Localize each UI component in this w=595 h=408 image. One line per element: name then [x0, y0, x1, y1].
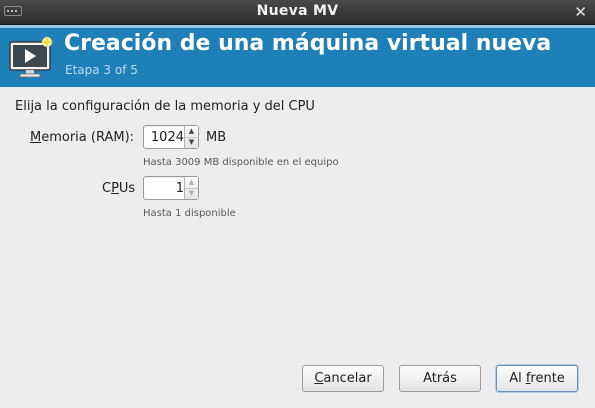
forward-label-rest: rente	[530, 371, 565, 386]
window-titlebar: Nueva MV ✕	[0, 0, 595, 25]
memory-spinbox[interactable]: ▲ ▼	[143, 125, 199, 149]
memory-decrement-icon[interactable]: ▼	[185, 137, 198, 148]
memory-spin-buttons[interactable]: ▲ ▼	[184, 126, 198, 148]
wizard-step: Etapa 3 of 5	[65, 63, 138, 77]
cpus-label-pre: C	[102, 181, 112, 196]
back-button[interactable]: Atrás	[399, 365, 481, 392]
wizard-heading: Creación de una máquina virtual nueva	[64, 31, 552, 56]
cpus-label-mnemonic: P	[111, 181, 119, 196]
wizard-banner: Creación de una máquina virtual nueva Et…	[0, 25, 595, 87]
back-label: Atrás	[423, 371, 457, 386]
memory-label: Memoria (RAM):	[30, 130, 134, 145]
section-label: Elija la configuración de la memoria y d…	[15, 99, 315, 114]
cpus-label-post: Us	[118, 181, 136, 196]
memory-hint: Hasta 3009 MB disponible en el equipo	[143, 157, 339, 168]
forward-button[interactable]: Al frente	[496, 365, 578, 392]
wizard-content: Elija la configuración de la memoria y d…	[0, 88, 595, 408]
cpus-input[interactable]	[146, 179, 186, 197]
close-icon[interactable]: ✕	[574, 3, 587, 21]
cpus-hint: Hasta 1 disponible	[143, 208, 236, 219]
forward-label-pre: Al	[509, 371, 526, 386]
monitor-play-icon	[9, 36, 53, 78]
window-title: Nueva MV	[256, 3, 339, 19]
memory-label-mnemonic: M	[30, 130, 42, 145]
cancel-button[interactable]: Cancelar	[302, 365, 384, 392]
cpus-spinbox[interactable]: ▲ ▼	[143, 176, 199, 200]
cpus-label: CPUs	[102, 181, 135, 196]
memory-input[interactable]	[146, 128, 186, 146]
cpus-decrement-icon[interactable]: ▼	[185, 188, 198, 199]
memory-unit: MB	[206, 130, 227, 145]
memory-label-rest: emoria (RAM):	[41, 130, 135, 145]
cancel-label: ancelar	[323, 371, 372, 386]
cpus-spin-buttons[interactable]: ▲ ▼	[184, 177, 198, 199]
